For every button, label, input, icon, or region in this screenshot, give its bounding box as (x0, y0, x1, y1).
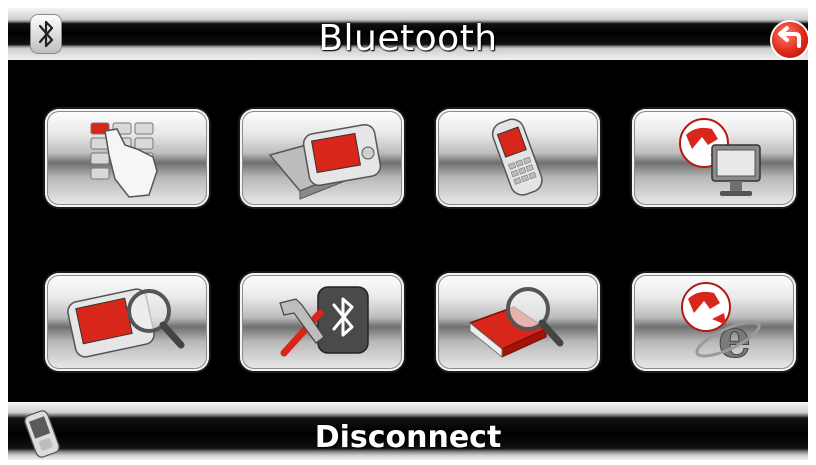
title-bar: Bluetooth (8, 8, 808, 60)
back-arrow-icon (778, 26, 801, 48)
dial-keypad-icon (90, 122, 158, 198)
page-title: Bluetooth (318, 18, 498, 59)
mobile-phone-button[interactable] (436, 109, 600, 207)
web-browser-button[interactable]: e (632, 273, 796, 371)
phonebook-search-button[interactable] (436, 273, 600, 371)
bluetooth-settings-icon (279, 286, 369, 357)
bluetooth-settings-button[interactable] (240, 273, 404, 371)
pda-button[interactable] (240, 109, 404, 207)
bluetooth-screen: Bluetooth e Disconnect (8, 8, 808, 460)
pda-device-icon (268, 123, 382, 200)
device-search-button[interactable] (45, 273, 209, 371)
back-button[interactable] (772, 22, 808, 58)
internet-explorer-globe-icon: e (681, 282, 761, 371)
phonebook-search-icon (468, 287, 564, 359)
internet-button[interactable] (632, 109, 796, 207)
dial-button[interactable] (45, 109, 209, 207)
disconnect-button[interactable]: Disconnect (8, 420, 808, 455)
device-search-icon (67, 288, 185, 358)
globe-monitor-icon (679, 118, 761, 196)
mobile-phone-icon (491, 118, 543, 196)
bottom-bar: Disconnect (8, 402, 808, 460)
